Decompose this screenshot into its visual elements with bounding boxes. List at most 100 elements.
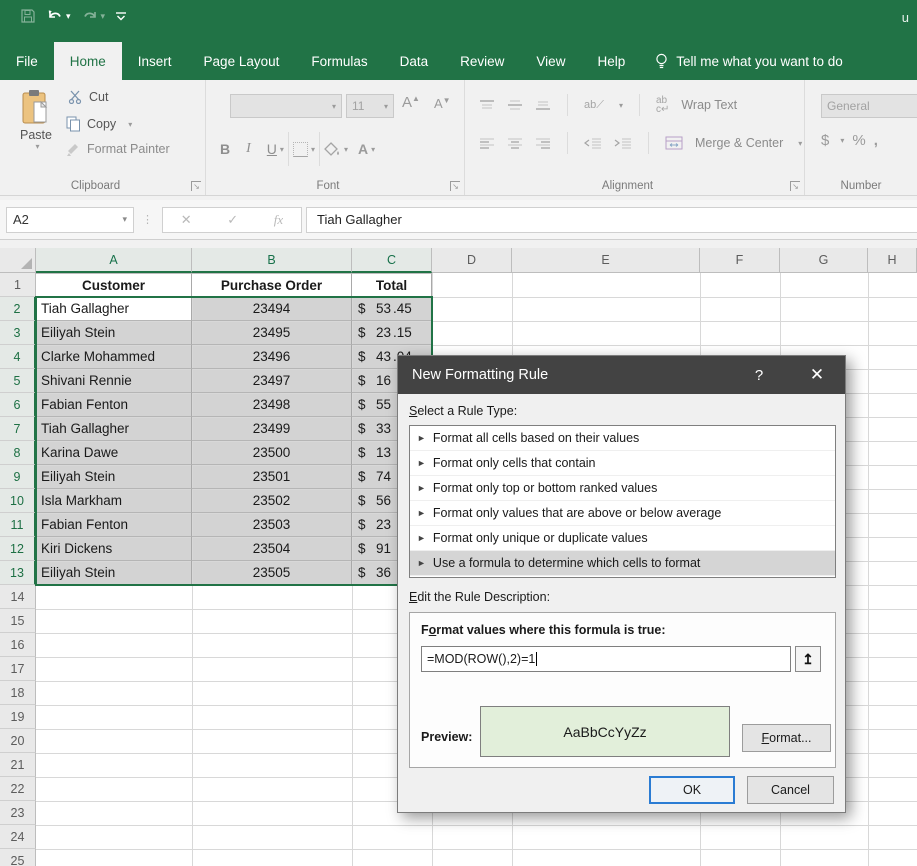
merge-center-button[interactable]: Merge & Center: [695, 136, 783, 150]
rule-type-item[interactable]: ►Format only unique or duplicate values: [410, 526, 835, 551]
percent-format-button[interactable]: %: [852, 132, 865, 149]
customize-qat-icon[interactable]: [115, 9, 127, 23]
format-button[interactable]: Format...: [742, 724, 831, 752]
column-header-g[interactable]: G: [780, 248, 868, 273]
top-align-icon[interactable]: [479, 99, 495, 111]
align-right-icon[interactable]: [535, 137, 551, 149]
cell-customer[interactable]: Eiliyah Stein: [36, 561, 192, 585]
cell-purchase-order[interactable]: 23494: [192, 297, 352, 321]
enter-entry-icon[interactable]: ✓: [227, 212, 238, 228]
cell-customer[interactable]: Eiliyah Stein: [36, 321, 192, 345]
underline-dropdown-icon[interactable]: ▾: [280, 145, 284, 154]
insert-function-icon[interactable]: fx: [274, 212, 283, 228]
row-header-8[interactable]: 8: [0, 441, 36, 465]
fill-color-dropdown-icon[interactable]: ▾: [344, 145, 348, 154]
name-box[interactable]: A2 ▾: [6, 207, 134, 233]
cell-customer[interactable]: Fabian Fenton: [36, 513, 192, 537]
tab-help[interactable]: Help: [581, 42, 641, 80]
row-header-4[interactable]: 4: [0, 345, 36, 369]
tab-home[interactable]: Home: [54, 42, 122, 80]
name-box-dropdown-icon[interactable]: ▾: [122, 214, 127, 225]
rule-type-item[interactable]: ►Use a formula to determine which cells …: [410, 551, 835, 576]
row-header-22[interactable]: 22: [0, 777, 36, 801]
copy-dropdown-icon[interactable]: ▾: [128, 120, 132, 129]
font-color-dropdown-icon[interactable]: ▾: [371, 145, 375, 154]
row-header-9[interactable]: 9: [0, 465, 36, 489]
cell-purchase-order[interactable]: 23503: [192, 513, 352, 537]
alignment-dialog-launcher-icon[interactable]: ↘: [790, 181, 800, 191]
row-header-16[interactable]: 16: [0, 633, 36, 657]
row-header-3[interactable]: 3: [0, 321, 36, 345]
copy-button[interactable]: Copy ▾: [66, 116, 132, 132]
cell-customer[interactable]: Eiliyah Stein: [36, 465, 192, 489]
collapse-dialog-button[interactable]: ↥: [795, 646, 821, 672]
row-header-15[interactable]: 15: [0, 609, 36, 633]
table-header-cell[interactable]: Total: [352, 273, 432, 297]
cancel-entry-icon[interactable]: ✕: [181, 212, 192, 228]
cell-purchase-order[interactable]: 23504: [192, 537, 352, 561]
dialog-close-button[interactable]: ✕: [793, 356, 841, 394]
rule-type-item[interactable]: ►Format only top or bottom ranked values: [410, 476, 835, 501]
undo-button[interactable]: ▾: [46, 9, 71, 23]
cell-purchase-order[interactable]: 23498: [192, 393, 352, 417]
table-header-cell[interactable]: Purchase Order: [192, 273, 352, 297]
row-header-18[interactable]: 18: [0, 681, 36, 705]
tell-me-box[interactable]: Tell me what you want to do: [641, 42, 857, 80]
formula-bar-input[interactable]: Tiah Gallagher: [306, 207, 917, 233]
rule-type-list[interactable]: ►Format all cells based on their values►…: [409, 425, 836, 578]
row-header-10[interactable]: 10: [0, 489, 36, 513]
borders-dropdown-icon[interactable]: ▾: [311, 145, 315, 154]
orientation-icon[interactable]: ab⟋: [584, 99, 604, 112]
cancel-button[interactable]: Cancel: [747, 776, 834, 804]
bold-button[interactable]: B: [220, 141, 230, 157]
cell-purchase-order[interactable]: 23495: [192, 321, 352, 345]
row-header-2[interactable]: 2: [0, 297, 36, 321]
cell-purchase-order[interactable]: 23501: [192, 465, 352, 489]
cell-purchase-order[interactable]: 23497: [192, 369, 352, 393]
redo-dropdown-icon[interactable]: ▾: [101, 11, 106, 22]
shrink-font-button[interactable]: A▼: [434, 96, 451, 111]
tab-formulas[interactable]: Formulas: [295, 42, 383, 80]
clipboard-dialog-launcher-icon[interactable]: ↘: [191, 181, 201, 191]
column-header-c[interactable]: C: [352, 248, 432, 273]
cell-total[interactable]: $53.45: [352, 297, 432, 321]
row-header-13[interactable]: 13: [0, 561, 36, 585]
wrap-text-button[interactable]: Wrap Text: [681, 98, 737, 112]
borders-icon[interactable]: [293, 142, 308, 157]
rule-type-item[interactable]: ►Format only cells that contain: [410, 451, 835, 476]
formula-input[interactable]: =MOD(ROW(),2)=1: [421, 646, 791, 672]
cell-purchase-order[interactable]: 23505: [192, 561, 352, 585]
rule-type-item[interactable]: ►Format only values that are above or be…: [410, 501, 835, 526]
fill-color-icon[interactable]: [324, 142, 341, 157]
row-header-23[interactable]: 23: [0, 801, 36, 825]
column-header-h[interactable]: H: [868, 248, 917, 273]
align-left-icon[interactable]: [479, 137, 495, 149]
bottom-align-icon[interactable]: [535, 99, 551, 111]
row-header-25[interactable]: 25: [0, 849, 36, 866]
tab-review[interactable]: Review: [444, 42, 520, 80]
number-format-combo[interactable]: General: [821, 94, 917, 118]
middle-align-icon[interactable]: [507, 99, 523, 111]
row-header-12[interactable]: 12: [0, 537, 36, 561]
cell-customer[interactable]: Fabian Fenton: [36, 393, 192, 417]
cell-customer[interactable]: Kiri Dickens: [36, 537, 192, 561]
tab-view[interactable]: View: [520, 42, 581, 80]
cell-purchase-order[interactable]: 23500: [192, 441, 352, 465]
tab-file[interactable]: File: [0, 42, 54, 80]
cell-purchase-order[interactable]: 23499: [192, 417, 352, 441]
row-header-17[interactable]: 17: [0, 657, 36, 681]
increase-indent-icon[interactable]: [614, 137, 632, 149]
font-dialog-launcher-icon[interactable]: ↘: [450, 181, 460, 191]
row-header-24[interactable]: 24: [0, 825, 36, 849]
redo-button[interactable]: ▾: [81, 9, 106, 23]
column-header-f[interactable]: F: [700, 248, 780, 273]
column-header-e[interactable]: E: [512, 248, 700, 273]
undo-dropdown-icon[interactable]: ▾: [66, 11, 71, 22]
tab-data[interactable]: Data: [384, 42, 445, 80]
save-icon[interactable]: [20, 8, 36, 24]
font-name-combo[interactable]: ▾: [230, 94, 342, 118]
currency-dropdown-icon[interactable]: ▾: [840, 136, 844, 145]
align-center-icon[interactable]: [507, 137, 523, 149]
row-header-7[interactable]: 7: [0, 417, 36, 441]
row-header-14[interactable]: 14: [0, 585, 36, 609]
